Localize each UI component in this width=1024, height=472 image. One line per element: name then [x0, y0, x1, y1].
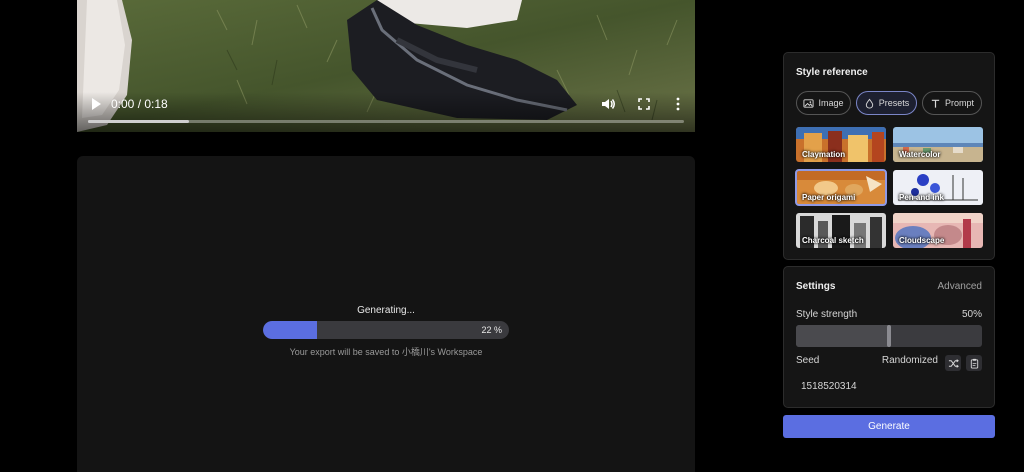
image-icon [803, 98, 815, 108]
generation-panel: Generating... 22 % Your export will be s… [77, 156, 695, 472]
advanced-link[interactable]: Advanced [938, 281, 982, 292]
generation-progress-bar: 22 % [263, 321, 509, 339]
style-strength-fill [796, 325, 889, 347]
export-note: Your export will be saved to 小橋川's Works… [289, 347, 483, 357]
preset-charcoal-sketch[interactable]: Charcoal sketch [796, 213, 886, 248]
randomize-seed-button[interactable] [945, 355, 961, 371]
style-reference-title: Style reference [796, 67, 868, 78]
preset-pen-and-ink[interactable]: Pen and ink [893, 170, 983, 205]
tab-presets[interactable]: Presets [856, 91, 917, 115]
seed-label: Seed [796, 355, 820, 366]
shuffle-icon [948, 358, 959, 368]
clipboard-icon [970, 358, 978, 369]
video-seek-fill [88, 120, 190, 123]
preset-watercolor[interactable]: Watercolor [893, 127, 983, 162]
video-time: 0:00 / 0:18 [111, 97, 168, 111]
preset-claymation-label: Claymation [802, 150, 846, 159]
tab-prompt-label: Prompt [944, 98, 974, 108]
style-reference-panel: Style reference Image Presets Prompt Cla… [783, 52, 995, 260]
fullscreen-icon[interactable] [635, 95, 653, 113]
tab-image[interactable]: Image [796, 91, 851, 115]
preset-claymation[interactable]: Claymation [796, 127, 886, 162]
preset-paper-origami[interactable]: Paper origami [795, 169, 887, 206]
settings-panel: Settings Advanced Style strength 50% See… [783, 266, 995, 408]
seed-mode: Randomized [881, 355, 938, 366]
drop-icon [865, 98, 873, 108]
preset-cloudscape-label: Cloudscape [899, 236, 945, 245]
video-seek-bar[interactable] [88, 120, 684, 123]
video-controls: 0:00 / 0:18 [77, 92, 695, 132]
settings-title: Settings [796, 281, 836, 292]
video-player[interactable]: 0:00 / 0:18 [77, 0, 695, 132]
generate-button[interactable]: Generate [783, 415, 995, 438]
seed-value: 1518520314 [801, 381, 857, 392]
preset-paper-origami-label: Paper origami [802, 193, 856, 202]
text-icon [931, 99, 940, 108]
preset-cloudscape[interactable]: Cloudscape [893, 213, 983, 248]
play-icon[interactable] [87, 95, 105, 113]
app-root: 0:00 / 0:18 Generating... 22 % Your expo… [0, 0, 1024, 472]
style-strength-slider[interactable] [796, 325, 982, 347]
preset-watercolor-label: Watercolor [899, 150, 941, 159]
preset-charcoal-sketch-label: Charcoal sketch [802, 236, 864, 245]
tab-prompt[interactable]: Prompt [922, 91, 982, 115]
tab-presets-label: Presets [878, 98, 910, 108]
volume-icon[interactable] [599, 95, 617, 113]
more-options-icon[interactable] [669, 95, 687, 113]
tab-image-label: Image [818, 98, 844, 108]
style-strength-label: Style strength [796, 309, 858, 320]
generation-status: Generating... [357, 305, 415, 316]
style-strength-value: 50% [961, 309, 982, 320]
style-tabs: Image Presets Prompt [796, 91, 982, 115]
generation-progress-fill [263, 321, 318, 339]
generation-progress-label: 22 % [481, 325, 502, 335]
style-strength-thumb[interactable] [887, 325, 891, 347]
preset-pen-and-ink-label: Pen and ink [899, 193, 944, 202]
copy-seed-button[interactable] [966, 355, 982, 371]
